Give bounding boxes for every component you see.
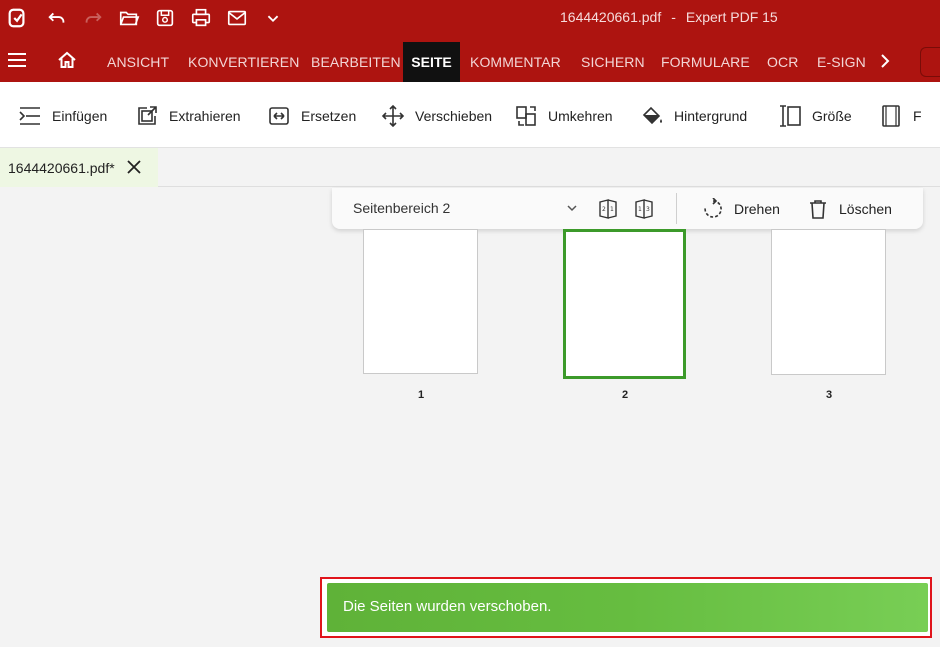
page-size-icon [780, 105, 801, 127]
toast-message: Die Seiten wurden verschoben. [343, 598, 552, 615]
page-number-1: 1 [417, 389, 425, 401]
background-label: Hintergrund [674, 108, 748, 124]
undo-icon[interactable] [44, 6, 70, 30]
tab-kommentar[interactable]: KOMMENTAR [470, 54, 561, 70]
cut-off-tool-button[interactable]: F [879, 104, 922, 128]
chevron-down-icon[interactable] [565, 201, 579, 215]
move-page-right-icon[interactable]: 13 [632, 197, 656, 221]
replace-button[interactable]: Ersetzen [267, 104, 356, 128]
extract-button[interactable]: Extrahieren [135, 104, 241, 128]
reverse-pages-icon [516, 106, 536, 126]
scroll-right-chevron-icon[interactable] [879, 53, 891, 74]
delete-button[interactable]: Löschen [807, 198, 892, 220]
cut-off-tool-label: F [913, 108, 922, 124]
size-label: Größe [812, 108, 852, 124]
save-icon[interactable] [152, 6, 178, 30]
rotate-label: Drehen [734, 201, 780, 217]
paint-bucket-icon [642, 106, 662, 125]
trash-icon [810, 200, 826, 219]
size-button[interactable]: Größe [778, 104, 852, 128]
tab-konvertieren[interactable]: KONVERTIEREN [188, 54, 299, 70]
rotate-icon [704, 198, 722, 218]
svg-text:1: 1 [610, 206, 614, 213]
close-icon[interactable] [124, 157, 144, 177]
replace-label: Ersetzen [301, 108, 357, 124]
svg-text:2: 2 [602, 206, 606, 213]
open-folder-icon[interactable] [116, 6, 142, 30]
home-icon[interactable] [57, 50, 77, 75]
document-tab-strip: 1644420661.pdf* [0, 148, 940, 187]
page-thumbnail-1[interactable] [363, 229, 478, 374]
ribbon-tab-bar: ANSICHT KONVERTIEREN BEARBEITEN SEITE KO… [0, 37, 940, 82]
tab-ansicht[interactable]: ANSICHT [107, 54, 169, 70]
move-page-left-icon[interactable]: 21 [596, 197, 620, 221]
insert-label: Einfügen [52, 108, 108, 124]
svg-text:3: 3 [646, 206, 650, 213]
customize-chevron-icon[interactable] [260, 6, 286, 30]
extract-label: Extrahieren [169, 108, 241, 124]
insert-pages-icon [19, 107, 40, 125]
delete-label: Löschen [839, 201, 892, 217]
tab-seite[interactable]: SEITE [403, 42, 460, 82]
page-number-3: 3 [825, 389, 833, 401]
notification-toast: Die Seiten wurden verschoben. [327, 583, 928, 632]
page-thumbnail-3[interactable] [771, 229, 886, 375]
document-tab-label: 1644420661.pdf* [8, 159, 115, 176]
window-title-separator: - [671, 9, 676, 25]
app-logo-icon[interactable] [4, 6, 30, 30]
move-label: Verschieben [415, 108, 493, 124]
extract-pages-icon [138, 106, 157, 125]
page-number-2: 2 [621, 389, 629, 401]
tab-ocr[interactable]: OCR [767, 54, 798, 70]
window-app-name: Expert PDF 15 [685, 9, 778, 25]
tab-formulare[interactable]: FORMULARE [661, 54, 750, 70]
toolbar-divider [676, 193, 677, 224]
window-file-name: 1644420661.pdf [560, 9, 662, 25]
hamburger-menu-icon[interactable] [7, 52, 27, 73]
page-toolbar: Einfügen Extrahieren Ersetzen Verschiebe… [0, 82, 940, 148]
page-frame-icon [882, 105, 900, 127]
move-button[interactable]: Verschieben [381, 104, 492, 128]
tab-e-sign[interactable]: E-SIGN [817, 54, 866, 70]
mail-icon[interactable] [224, 6, 250, 30]
print-icon[interactable] [188, 6, 214, 30]
background-button[interactable]: Hintergrund [640, 104, 747, 128]
page-range-select[interactable]: Seitenbereich 2 [353, 200, 450, 216]
svg-text:1: 1 [638, 206, 642, 213]
redo-icon[interactable] [80, 6, 106, 30]
replace-pages-icon [269, 107, 289, 125]
insert-button[interactable]: Einfügen [18, 104, 107, 128]
rotate-button[interactable]: Drehen [702, 198, 780, 220]
title-bar: 1644420661.pdf - Expert PDF 15 [0, 0, 940, 37]
document-tab[interactable]: 1644420661.pdf* [0, 148, 158, 187]
tab-sichern[interactable]: SICHERN [581, 54, 645, 70]
window-title: 1644420661.pdf - Expert PDF 15 [560, 9, 778, 25]
tab-bearbeiten[interactable]: BEARBEITEN [311, 54, 401, 70]
reverse-button[interactable]: Umkehren [514, 104, 613, 128]
ribbon-overflow-control[interactable] [920, 47, 940, 77]
reverse-label: Umkehren [548, 108, 613, 124]
page-thumbnail-2[interactable] [563, 229, 686, 379]
page-range-bar: Seitenbereich 2 21 13 Drehen Löschen [332, 188, 923, 229]
move-arrows-icon [381, 104, 405, 128]
